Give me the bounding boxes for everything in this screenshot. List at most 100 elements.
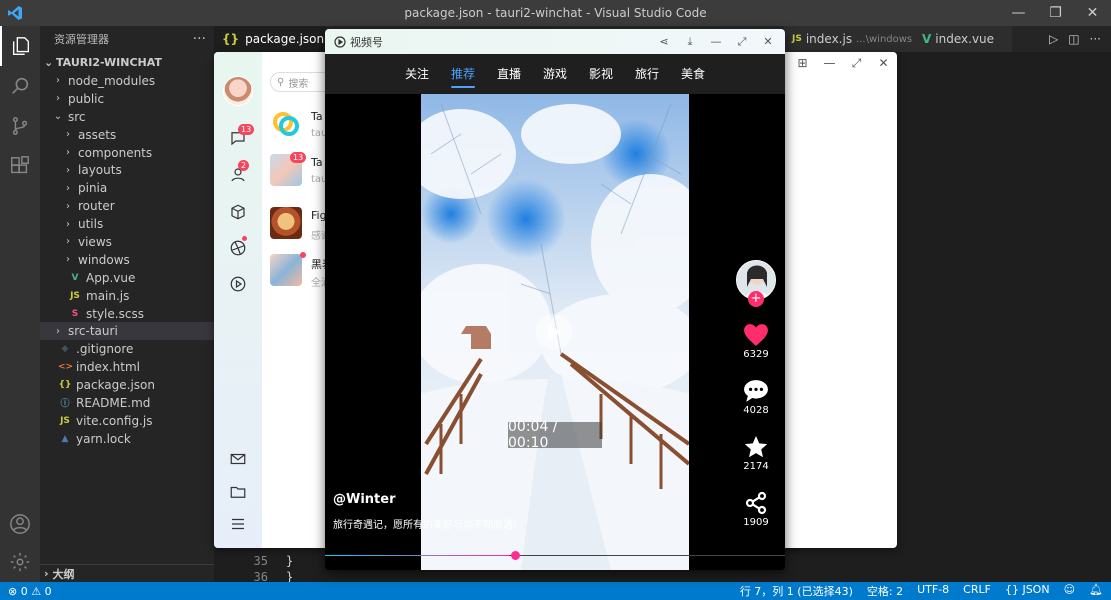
- chevron-right-icon: ›: [66, 218, 70, 230]
- moments-icon[interactable]: [228, 238, 248, 258]
- author-name[interactable]: @Winter: [333, 492, 396, 507]
- chat-maximize-button[interactable]: ⤢: [843, 56, 870, 71]
- share-icon[interactable]: ⋖: [651, 35, 677, 48]
- tree-item-components[interactable]: › components: [40, 144, 214, 162]
- tree-item-pinia[interactable]: › pinia: [40, 179, 214, 197]
- split-editor-icon[interactable]: ◫: [1068, 32, 1079, 46]
- player-close-button[interactable]: ✕: [755, 35, 781, 48]
- lock-file-icon: ▲: [61, 433, 69, 444]
- tree-item-label: index.html: [76, 360, 140, 375]
- tree-item-yarn-lock[interactable]: ▲ yarn.lock: [40, 430, 214, 448]
- extensions-icon[interactable]: [0, 146, 40, 186]
- account-icon[interactable]: [0, 504, 40, 544]
- tree-item-src[interactable]: ⌄ src: [40, 108, 214, 126]
- tree-item-main-js[interactable]: JS main.js: [40, 287, 214, 305]
- tab-index-js[interactable]: JS index.js ...\windows: [784, 26, 914, 52]
- more-actions-button[interactable]: ···: [193, 31, 206, 47]
- tree-item-router[interactable]: › router: [40, 197, 214, 215]
- tree-item-windows[interactable]: › windows: [40, 251, 214, 269]
- search-icon[interactable]: [0, 66, 40, 106]
- grid-icon[interactable]: ⊞: [789, 56, 816, 70]
- tab-movies[interactable]: 影视: [578, 54, 624, 94]
- video-channel-icon[interactable]: [228, 274, 248, 294]
- explorer-icon[interactable]: [0, 26, 40, 66]
- chat-close-button[interactable]: ✕: [870, 56, 897, 70]
- chat-minimize-button[interactable]: —: [816, 56, 843, 70]
- line-ending[interactable]: CRLF: [963, 583, 991, 599]
- tree-item-assets[interactable]: › assets: [40, 126, 214, 144]
- progress-bar[interactable]: [325, 551, 785, 560]
- tab-live[interactable]: 直播: [486, 54, 532, 94]
- scss-file-icon: S: [71, 308, 79, 319]
- tree-item-style-scss[interactable]: Sstyle.scss: [40, 305, 214, 323]
- tree-item-views[interactable]: › views: [40, 233, 214, 251]
- tree-item-package-json[interactable]: {} package.json: [40, 376, 214, 394]
- tree-item-label: components: [78, 145, 153, 160]
- chat-nav-bar: 13 2: [214, 52, 262, 548]
- line-number: 35: [253, 554, 268, 568]
- play-button[interactable]: [536, 314, 572, 350]
- indentation[interactable]: 空格: 2: [867, 583, 903, 599]
- tree-item-index-html[interactable]: <> index.html: [40, 358, 214, 376]
- tree-item-label: .gitignore: [76, 342, 134, 357]
- favorite-action[interactable]: 2174: [735, 433, 777, 472]
- tree-item-app-vue[interactable]: V App.vue: [40, 269, 214, 287]
- tree-item-vite-config-js[interactable]: JS vite.config.js: [40, 412, 214, 430]
- like-action[interactable]: 6329: [735, 321, 777, 360]
- video-frame[interactable]: 00:04 / 00:10: [421, 94, 689, 570]
- tree-item-layouts[interactable]: › layouts: [40, 161, 214, 179]
- tab-travel[interactable]: 旅行: [624, 54, 670, 94]
- more-icon[interactable]: ···: [1090, 32, 1101, 46]
- cube-icon[interactable]: [228, 202, 248, 222]
- chevron-right-icon: ›: [56, 325, 60, 337]
- js-icon: JS: [792, 34, 802, 44]
- minimize-button[interactable]: —: [1000, 0, 1037, 26]
- chevron-right-icon: ›: [56, 75, 60, 87]
- source-control-icon[interactable]: [0, 106, 40, 146]
- outline-section[interactable]: › 大纲: [40, 564, 214, 582]
- restore-button[interactable]: ❐: [1037, 0, 1074, 26]
- player-minimize-button[interactable]: —: [703, 35, 729, 48]
- tree-item-src-tauri[interactable]: › src-tauri: [40, 322, 214, 341]
- tab-package-json[interactable]: {} package.json: [214, 26, 326, 52]
- run-icon[interactable]: ▷: [1049, 32, 1058, 46]
- cursor-position[interactable]: 行 7，列 1 (已选择43): [740, 583, 853, 599]
- comment-action[interactable]: 4028: [735, 377, 777, 416]
- tab-index-vue[interactable]: V index.vue: [914, 26, 1012, 52]
- tree-item-public[interactable]: › public: [40, 90, 214, 108]
- root-folder[interactable]: ⌄ TAURI2-WINCHAT: [40, 52, 214, 72]
- tree-item-readme-md[interactable]: ⓘ README.md: [40, 394, 214, 412]
- download-icon[interactable]: ⤓: [677, 35, 703, 49]
- explorer-sidebar: 资源管理器 ··· ⌄ TAURI2-WINCHAT › node_modules ›…: [40, 26, 214, 582]
- language-mode[interactable]: {} JSON: [1005, 583, 1050, 599]
- group-avatar: [270, 254, 302, 286]
- tab-follow[interactable]: 关注: [394, 54, 440, 94]
- share-action[interactable]: 1909: [735, 489, 777, 528]
- folder-icon[interactable]: [228, 482, 248, 502]
- tab-food[interactable]: 美食: [670, 54, 716, 94]
- problems-status[interactable]: ⊗ 0 ⚠ 0: [0, 585, 52, 598]
- user-avatar[interactable]: [223, 76, 253, 106]
- progress-handle[interactable]: [511, 551, 520, 560]
- follow-button[interactable]: +: [748, 291, 764, 307]
- tree-item-label: package.json: [76, 378, 156, 393]
- comment-count: 4028: [743, 405, 769, 416]
- explorer-header: 资源管理器: [54, 33, 109, 46]
- tab-recommend[interactable]: 推荐: [440, 54, 486, 94]
- tree-item-gitignore[interactable]: ◆ .gitignore: [40, 340, 214, 358]
- comment-icon: [735, 377, 777, 405]
- chevron-right-icon: ›: [66, 254, 70, 266]
- close-button[interactable]: ✕: [1074, 0, 1111, 26]
- video-player-window: 视频号 ⋖ ⤓ — ⤢ ✕ 关注 推荐 直播 游戏 影视 旅行 美食 00:04…: [325, 29, 785, 570]
- share-count: 1909: [743, 517, 769, 528]
- notifications-icon[interactable]: 🔔︎: [1089, 583, 1103, 599]
- menu-icon[interactable]: [228, 514, 248, 534]
- tree-item-node-modules[interactable]: › node_modules: [40, 72, 214, 90]
- manage-gear-icon[interactable]: [0, 542, 40, 582]
- player-maximize-button[interactable]: ⤢: [729, 35, 755, 49]
- tab-games[interactable]: 游戏: [532, 54, 578, 94]
- tree-item-utils[interactable]: › utils: [40, 215, 214, 233]
- mail-icon[interactable]: [228, 449, 248, 469]
- encoding[interactable]: UTF-8: [917, 583, 949, 599]
- feedback-icon[interactable]: ☺: [1064, 583, 1075, 599]
